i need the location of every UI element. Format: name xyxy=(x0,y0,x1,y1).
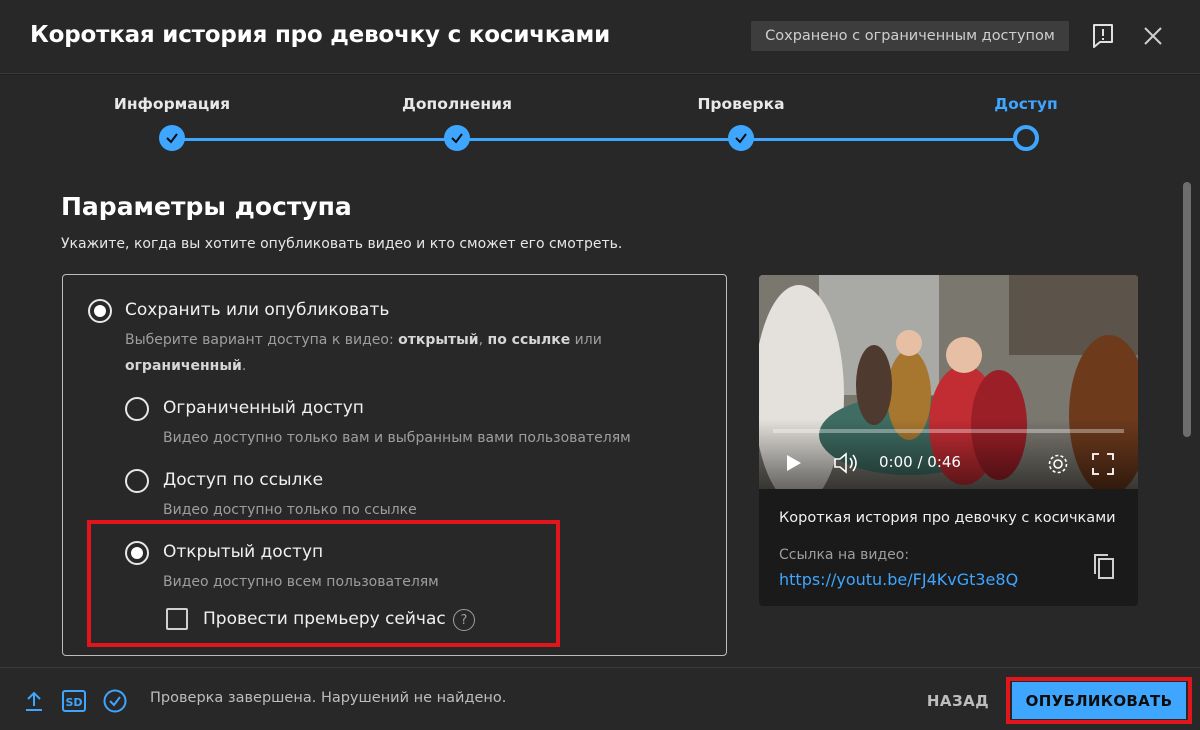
publish-button[interactable]: ОПУБЛИКОВАТЬ xyxy=(1012,682,1186,719)
feedback-icon[interactable] xyxy=(1090,22,1116,50)
option-description: Выберите вариант доступа к видео: открыт… xyxy=(125,332,602,348)
section-title: Параметры доступа xyxy=(61,192,352,221)
option-label: Ограниченный доступ xyxy=(163,398,364,418)
check-icon xyxy=(159,125,185,151)
fullscreen-icon[interactable] xyxy=(1092,453,1114,479)
option-description: Видео доступно всем пользователям xyxy=(163,574,439,590)
saved-status-badge: Сохранено с ограниченным доступом xyxy=(751,21,1069,51)
current-step-icon xyxy=(1013,125,1039,151)
check-icon xyxy=(444,125,470,151)
help-icon[interactable]: ? xyxy=(453,609,475,631)
sd-quality-label: SD xyxy=(65,696,82,709)
radio-private[interactable] xyxy=(125,397,149,421)
option-label: Открытый доступ xyxy=(163,542,324,562)
step-extras[interactable]: Дополнения xyxy=(357,95,557,151)
step-visibility[interactable]: Доступ xyxy=(926,95,1126,151)
checks-status: Проверка завершена. Нарушений не найдено… xyxy=(150,690,507,706)
step-info[interactable]: Информация xyxy=(72,95,272,151)
step-checks[interactable]: Проверка xyxy=(641,95,841,151)
premiere-checkbox[interactable] xyxy=(166,608,188,630)
video-link-caption: Ссылка на видео: xyxy=(779,547,910,563)
step-label: Проверка xyxy=(697,95,785,113)
radio-unlisted[interactable] xyxy=(125,469,149,493)
video-title: Короткая история про девочку с косичками xyxy=(779,510,1116,526)
check-icon xyxy=(728,125,754,151)
option-label: Доступ по ссылке xyxy=(163,470,324,490)
radio-save-publish[interactable] xyxy=(88,299,112,323)
checks-complete-icon[interactable] xyxy=(103,689,127,713)
premiere-label: Провести премьеру сейчас xyxy=(203,609,446,629)
option-description: ограниченный. xyxy=(125,358,247,374)
video-time: 0:00 / 0:46 xyxy=(879,453,961,471)
option-description: Видео доступно только вам и выбранным ва… xyxy=(163,430,631,446)
dialog-title: Короткая история про девочку с косичками xyxy=(30,22,611,48)
sd-quality-icon[interactable]: SD xyxy=(62,689,86,713)
radio-public[interactable] xyxy=(125,541,149,565)
dialog-header: Короткая история про девочку с косичками… xyxy=(0,0,1200,74)
stepper-line xyxy=(172,138,1026,141)
video-progress-bar[interactable] xyxy=(773,429,1124,433)
play-icon[interactable] xyxy=(785,453,803,477)
scrollbar[interactable] xyxy=(1183,182,1191,437)
option-label: Сохранить или опубликовать xyxy=(125,300,390,320)
copy-icon[interactable] xyxy=(1092,553,1116,581)
settings-icon[interactable] xyxy=(1046,452,1070,480)
step-label: Доступ xyxy=(994,95,1058,113)
close-icon[interactable] xyxy=(1140,22,1166,50)
video-thumbnail[interactable]: 0:00 / 0:46 xyxy=(759,275,1138,489)
option-description: Видео доступно только по ссылке xyxy=(163,502,417,518)
step-label: Дополнения xyxy=(402,95,512,113)
video-link[interactable]: https://youtu.be/FJ4KvGt3e8Q xyxy=(779,570,1018,589)
back-button[interactable]: НАЗАД xyxy=(920,684,996,718)
volume-icon[interactable] xyxy=(833,452,859,478)
section-description: Укажите, когда вы хотите опубликовать ви… xyxy=(61,236,623,252)
step-label: Информация xyxy=(113,95,231,113)
upload-icon[interactable] xyxy=(22,689,46,713)
